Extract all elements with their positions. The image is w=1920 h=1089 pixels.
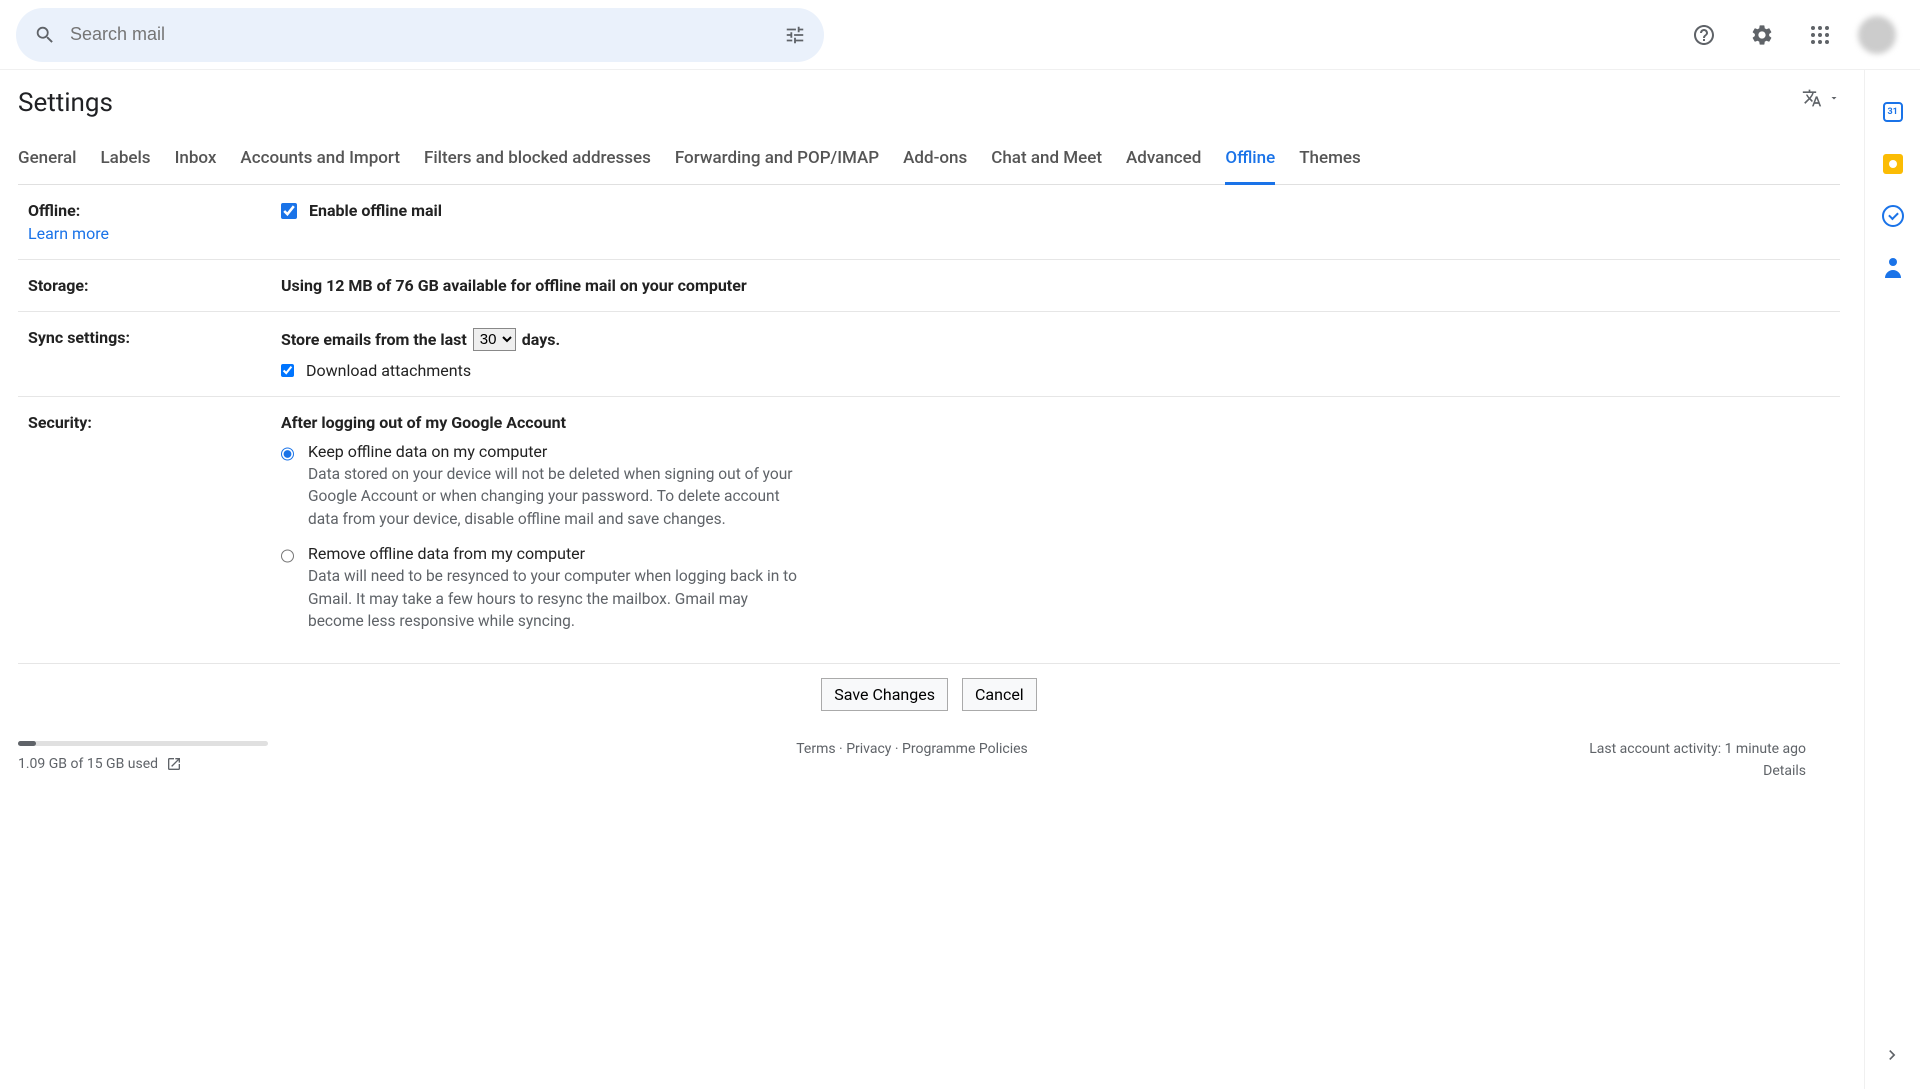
tab-accounts[interactable]: Accounts and Import [240, 140, 400, 184]
settings-tabs: General Labels Inbox Accounts and Import… [18, 140, 1840, 185]
offline-label: Offline: [28, 201, 80, 220]
settings-content: Settings General Labels Inbox Accounts a… [0, 70, 1864, 1089]
terms-link[interactable]: Terms [796, 741, 835, 757]
storage-bar [18, 741, 268, 746]
download-attachments-checkbox[interactable] [281, 364, 294, 377]
tab-themes[interactable]: Themes [1299, 140, 1361, 184]
gear-icon [1750, 23, 1774, 47]
apps-button[interactable] [1800, 15, 1840, 55]
tasks-app-icon[interactable] [1881, 204, 1905, 228]
search-input[interactable] [70, 24, 784, 45]
tune-icon[interactable] [784, 24, 806, 46]
tab-labels[interactable]: Labels [100, 140, 150, 184]
tab-offline[interactable]: Offline [1225, 140, 1275, 185]
page-title: Settings [18, 88, 1864, 118]
keep-app-icon[interactable] [1881, 152, 1905, 176]
tab-forwarding[interactable]: Forwarding and POP/IMAP [675, 140, 879, 184]
search-bar[interactable] [16, 8, 824, 62]
security-label: Security: [18, 413, 281, 647]
search-icon [34, 24, 56, 46]
account-avatar[interactable] [1858, 16, 1896, 54]
expand-side-panel[interactable] [1882, 1045, 1902, 1069]
privacy-link[interactable]: Privacy [846, 741, 891, 757]
security-heading: After logging out of my Google Account [281, 413, 1840, 432]
sync-days-select[interactable]: 30 [473, 328, 516, 351]
sync-label: Sync settings: [18, 328, 281, 380]
help-icon [1692, 23, 1716, 47]
sync-row: Sync settings: Store emails from the las… [18, 312, 1840, 397]
policies-link[interactable]: Programme Policies [902, 741, 1028, 757]
storage-label: Storage: [18, 276, 281, 295]
chevron-right-icon [1882, 1045, 1902, 1065]
footer: 1.09 GB of 15 GB used Terms · Privacy · … [18, 731, 1816, 799]
remove-data-desc: Data will need to be resynced to your co… [308, 565, 801, 632]
tab-chat[interactable]: Chat and Meet [991, 140, 1102, 184]
calendar-app-icon[interactable] [1881, 100, 1905, 124]
button-row: Save Changes Cancel [18, 664, 1840, 731]
input-tools-dropdown[interactable] [1802, 88, 1840, 108]
storage-used-text: 1.09 GB of 15 GB used [18, 756, 158, 772]
last-activity: Last account activity: 1 minute ago [1506, 741, 1806, 757]
tab-advanced[interactable]: Advanced [1126, 140, 1201, 184]
remove-data-title: Remove offline data from my computer [308, 544, 801, 563]
learn-more-link[interactable]: Learn more [28, 224, 281, 243]
keep-data-title: Keep offline data on my computer [308, 442, 801, 461]
keep-data-desc: Data stored on your device will not be d… [308, 463, 801, 530]
offline-row: Offline: Learn more Enable offline mail [18, 185, 1840, 260]
storage-text: Using 12 MB of 76 GB available for offli… [281, 276, 1840, 295]
input-tools-icon [1802, 88, 1822, 108]
enable-offline-checkbox[interactable] [281, 203, 297, 219]
enable-offline-label: Enable offline mail [309, 201, 442, 220]
cancel-button[interactable]: Cancel [962, 678, 1037, 711]
apps-icon [1808, 23, 1832, 47]
open-in-new-icon[interactable] [166, 756, 182, 772]
help-button[interactable] [1684, 15, 1724, 55]
side-panel [1864, 70, 1920, 1089]
chevron-down-icon [1828, 92, 1840, 104]
settings-button[interactable] [1742, 15, 1782, 55]
tab-filters[interactable]: Filters and blocked addresses [424, 140, 651, 184]
top-bar [0, 0, 1920, 70]
save-button[interactable]: Save Changes [821, 678, 948, 711]
contacts-app-icon[interactable] [1881, 256, 1905, 280]
storage-row: Storage: Using 12 MB of 76 GB available … [18, 260, 1840, 312]
security-row: Security: After logging out of my Google… [18, 397, 1840, 664]
sync-suffix: days. [522, 330, 560, 349]
tab-addons[interactable]: Add-ons [903, 140, 967, 184]
remove-data-radio[interactable] [281, 547, 294, 565]
details-link[interactable]: Details [1506, 763, 1806, 779]
tab-general[interactable]: General [18, 140, 76, 184]
sync-prefix: Store emails from the last [281, 330, 467, 349]
keep-data-radio[interactable] [281, 445, 294, 463]
top-icons [1684, 15, 1896, 55]
tab-inbox[interactable]: Inbox [175, 140, 217, 184]
download-attachments-label: Download attachments [306, 361, 471, 380]
